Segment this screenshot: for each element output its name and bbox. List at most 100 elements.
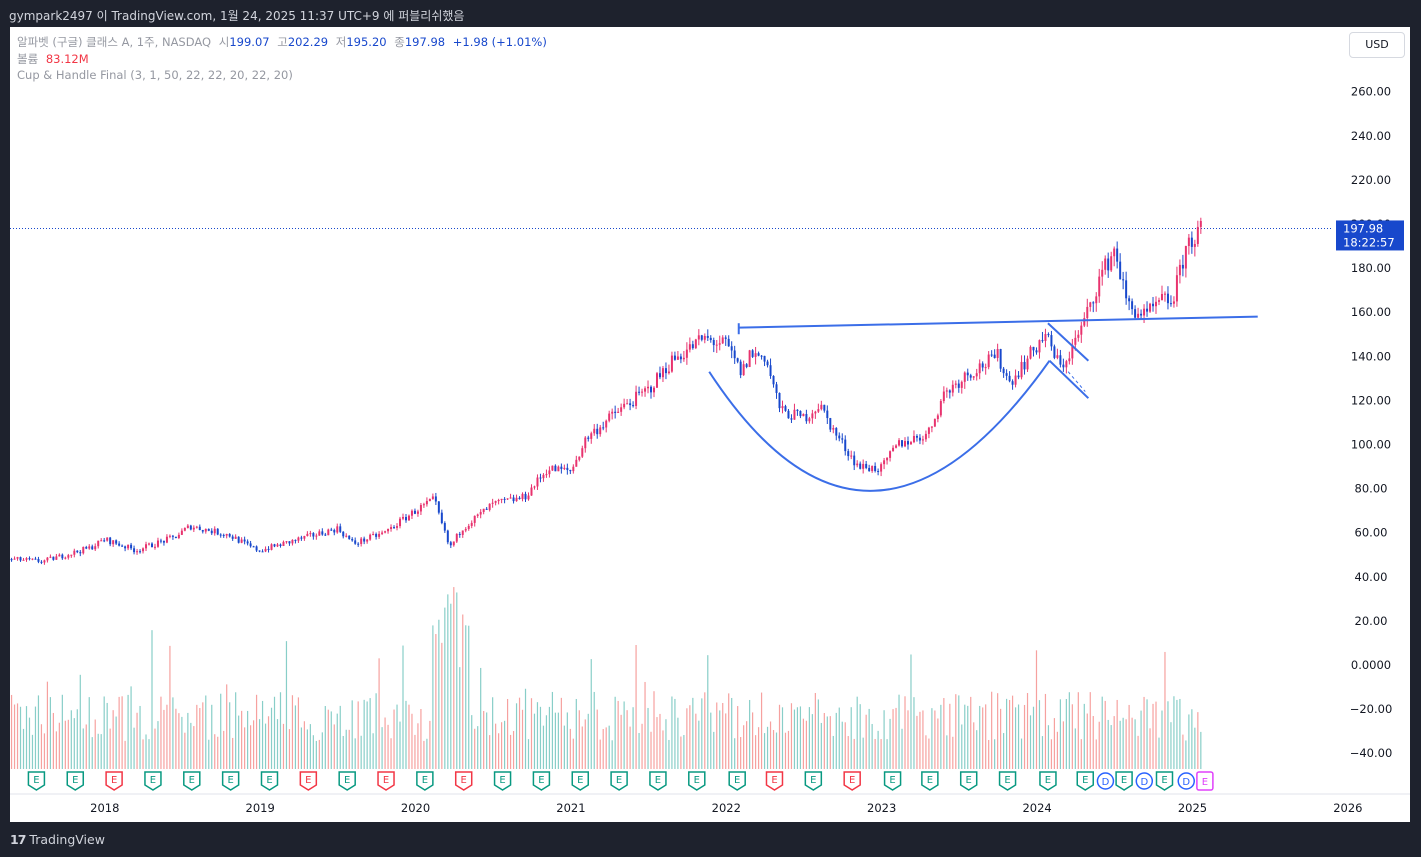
- event-marker[interactable]: E: [765, 771, 784, 791]
- candle-body: [437, 501, 440, 513]
- candle-body: [204, 528, 207, 532]
- candle-body: [159, 540, 162, 542]
- event-marker[interactable]: E: [998, 771, 1017, 791]
- event-marker[interactable]: E: [804, 771, 823, 791]
- volume-bar: [557, 712, 559, 769]
- volume-bar: [620, 714, 622, 769]
- volume-bar: [545, 715, 548, 769]
- volume-bar: [396, 704, 398, 769]
- volume-bar: [288, 729, 291, 769]
- volume-bar: [832, 735, 834, 769]
- volume-bar: [1092, 716, 1094, 769]
- candle-body: [760, 355, 763, 357]
- price-tick-label: 20.00: [1355, 614, 1388, 628]
- event-marker[interactable]: E: [27, 771, 46, 791]
- volume-bar: [336, 713, 338, 769]
- event-marker[interactable]: E: [728, 771, 746, 791]
- volume-bar: [752, 712, 754, 769]
- candle-body: [318, 531, 321, 536]
- event-marker[interactable]: E: [688, 771, 706, 791]
- event-marker[interactable]: D: [1135, 772, 1154, 790]
- event-marker[interactable]: E: [183, 771, 201, 791]
- volume-bar: [351, 700, 353, 769]
- event-marker[interactable]: E: [649, 771, 667, 791]
- event-marker[interactable]: E: [338, 771, 356, 791]
- event-marker[interactable]: E: [454, 771, 473, 791]
- event-marker[interactable]: E: [260, 771, 279, 791]
- candle-body: [130, 544, 133, 549]
- events-row[interactable]: E E E E E E E E E E E E E E E E E E E E E E E E E E E E E ED D D E: [27, 771, 1214, 791]
- volume-bar: [414, 734, 416, 769]
- event-marker[interactable]: D: [1177, 772, 1195, 790]
- event-marker[interactable]: E: [843, 771, 861, 791]
- event-marker[interactable]: E: [377, 771, 395, 791]
- event-marker[interactable]: E: [144, 771, 162, 791]
- volume-bar: [1143, 696, 1145, 769]
- event-marker[interactable]: E: [1196, 771, 1214, 791]
- event-marker[interactable]: E: [532, 771, 551, 791]
- candle-body: [673, 355, 676, 360]
- candle-body: [996, 349, 999, 358]
- event-marker[interactable]: E: [1039, 771, 1057, 791]
- event-marker[interactable]: E: [959, 771, 978, 791]
- volume-bar: [1158, 737, 1160, 769]
- volume-bar: [79, 674, 81, 769]
- event-marker[interactable]: E: [105, 771, 123, 791]
- candle-body: [506, 498, 509, 500]
- volume-bar: [563, 725, 565, 769]
- volume-bar: [1113, 716, 1115, 769]
- low-label: 저: [335, 35, 347, 49]
- volume-bar: [503, 720, 506, 769]
- event-marker[interactable]: E: [493, 771, 512, 791]
- event-marker[interactable]: E: [416, 771, 434, 791]
- volume-bar: [339, 705, 341, 769]
- volume-bar: [402, 645, 404, 769]
- volume-bar: [408, 704, 410, 769]
- candle-body: [348, 535, 351, 539]
- currency-button[interactable]: USD: [1349, 32, 1405, 58]
- volume-bar: [1017, 704, 1020, 769]
- price-chart[interactable]: 260.00240.00220.00200.00180.00160.00140.…: [10, 27, 1410, 822]
- event-letter: E: [422, 775, 428, 786]
- candle-body: [1160, 293, 1163, 301]
- volume-bar: [734, 738, 736, 769]
- candle-body: [751, 350, 754, 357]
- volume-bar: [626, 710, 628, 769]
- volume-bar: [904, 696, 906, 769]
- candle-body: [1059, 355, 1062, 365]
- volume-bar: [264, 723, 267, 769]
- volume-bar: [453, 587, 455, 769]
- volume-bar: [223, 730, 225, 769]
- event-marker[interactable]: E: [1155, 771, 1174, 791]
- candle-body: [1157, 300, 1160, 302]
- volume-bar: [829, 716, 831, 769]
- event-marker[interactable]: D: [1096, 772, 1115, 790]
- candle-body: [497, 499, 500, 502]
- candlestick-series: [10, 217, 1202, 565]
- chart-frame[interactable]: 260.00240.00220.00200.00180.00160.00140.…: [10, 27, 1410, 822]
- event-marker[interactable]: E: [1115, 771, 1133, 791]
- volume-bar: [1035, 650, 1038, 769]
- candle-body: [638, 391, 641, 393]
- price-axis[interactable]: 260.00240.00220.00200.00180.00160.00140.…: [1350, 85, 1393, 761]
- volume-bar: [1053, 718, 1056, 769]
- event-marker[interactable]: E: [221, 771, 240, 791]
- event-marker[interactable]: E: [571, 771, 590, 791]
- event-marker[interactable]: E: [299, 771, 318, 791]
- time-axis[interactable]: 2018 2019 2020 2021 2022 2023 2024 2025 2026: [90, 801, 1362, 815]
- candle-body: [670, 355, 673, 372]
- event-marker[interactable]: E: [883, 771, 902, 791]
- candle-body: [942, 391, 945, 402]
- candle-body: [40, 561, 43, 563]
- volume-bar: [13, 704, 16, 769]
- event-marker[interactable]: E: [921, 771, 939, 791]
- volume-bar: [1173, 696, 1175, 769]
- volume-bar: [37, 695, 40, 769]
- candle-body: [1017, 375, 1020, 378]
- event-marker[interactable]: E: [610, 771, 628, 791]
- candle-body: [927, 427, 930, 434]
- event-marker[interactable]: E: [1076, 771, 1094, 791]
- candle-body: [1056, 355, 1059, 358]
- event-marker[interactable]: E: [66, 771, 85, 791]
- candle-body: [775, 384, 778, 393]
